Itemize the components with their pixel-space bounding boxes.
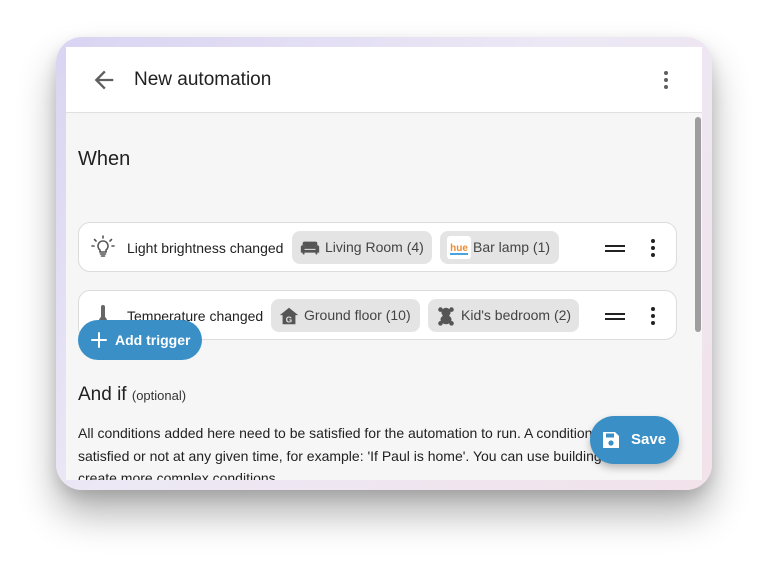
add-trigger-button[interactable]: Add trigger [78, 320, 202, 360]
teddy-bear-icon [438, 307, 454, 326]
lightbulb-icon [91, 235, 115, 257]
save-label: Save [631, 431, 667, 448]
arrow-left-icon [94, 70, 114, 90]
drag-handle-icon[interactable] [605, 245, 625, 253]
trigger-label: Light brightness changed [127, 240, 284, 256]
hue-logo-text: hue [450, 243, 468, 254]
top-app-bar: New automation [66, 47, 702, 113]
dots-vertical-icon[interactable] [645, 304, 661, 328]
chip-label: Bar lamp (1) [473, 239, 551, 255]
page-title: New automation [134, 69, 272, 90]
target-chip[interactable]: Living Room (4) [292, 231, 432, 264]
dots-vertical-icon [664, 71, 668, 89]
save-button[interactable]: Save [590, 416, 679, 464]
optional-label: (optional) [131, 388, 187, 403]
and-if-heading: And if (optional) [78, 383, 186, 408]
chip-label: Ground floor (10) [304, 307, 411, 323]
when-heading: When [78, 148, 131, 170]
overflow-menu-button[interactable] [654, 66, 678, 94]
back-button[interactable] [90, 66, 118, 94]
device-frame: New automation When Light brightness cha… [56, 37, 712, 490]
home-floor-icon: G [279, 307, 299, 324]
hue-logo-icon: hue [447, 236, 471, 259]
dots-vertical-icon[interactable] [645, 236, 661, 260]
svg-text:G: G [286, 315, 292, 324]
add-trigger-label: Add trigger [115, 332, 191, 348]
chip-label: Living Room (4) [325, 239, 424, 255]
conditions-description: All conditions added here need to be sat… [78, 425, 661, 480]
scrollbar[interactable] [695, 117, 701, 332]
floppy-disk-icon [603, 432, 619, 448]
sofa-icon [300, 241, 320, 255]
app-screen: New automation When Light brightness cha… [66, 47, 702, 480]
trigger-card[interactable]: Light brightness changed Living Room (4)… [78, 222, 677, 272]
chip-label: Kid's bedroom (2) [461, 307, 572, 323]
and-if-title: And if [78, 384, 127, 405]
drag-handle-icon[interactable] [605, 313, 625, 321]
plus-icon [91, 332, 107, 348]
target-chip[interactable]: hue Bar lamp (1) [440, 231, 559, 264]
target-chip[interactable]: G Ground floor (10) [271, 299, 420, 332]
target-chip[interactable]: Kid's bedroom (2) [428, 299, 579, 332]
